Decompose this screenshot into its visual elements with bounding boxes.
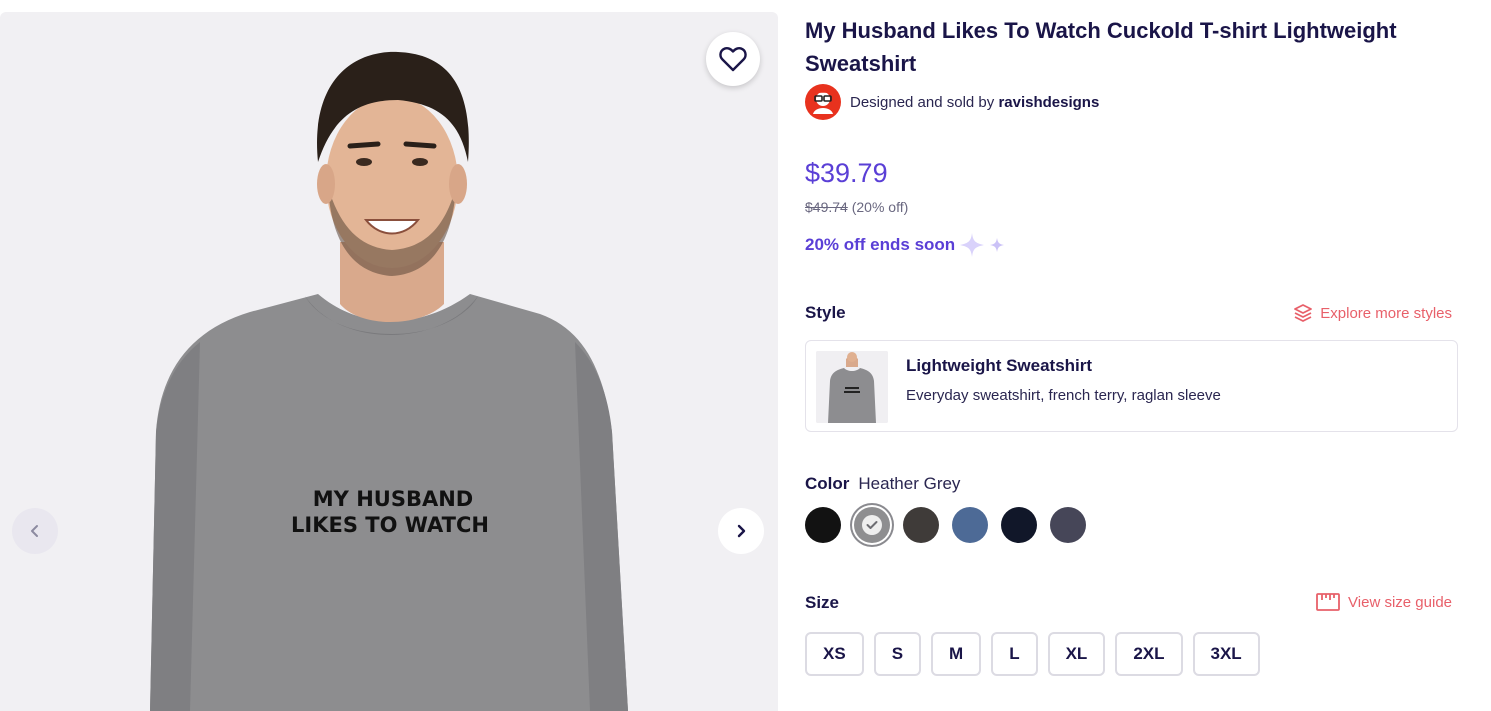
- color-row: Color Heather Grey: [805, 474, 960, 494]
- layers-icon: [1294, 304, 1313, 322]
- chevron-left-icon: [31, 525, 38, 537]
- view-size-guide-label: View size guide: [1348, 593, 1452, 611]
- style-thumbnail: [816, 351, 888, 423]
- color-swatch[interactable]: [1001, 507, 1037, 543]
- style-description: Everyday sweatshirt, french terry, ragla…: [906, 387, 1221, 404]
- color-swatch[interactable]: [952, 507, 988, 543]
- selected-style-card[interactable]: Lightweight Sweatshirt Everyday sweatshi…: [805, 340, 1458, 432]
- color-swatch[interactable]: [903, 507, 939, 543]
- sale-banner: 20% off ends soon: [805, 232, 1009, 258]
- size-option-button[interactable]: 3XL: [1192, 632, 1260, 676]
- size-option-button[interactable]: S: [873, 632, 922, 676]
- size-options: XS S M L XL 2XL 3XL: [805, 632, 1270, 676]
- style-name: Lightweight Sweatshirt: [906, 356, 1093, 375]
- seller-prefix: Designed and sold by: [850, 93, 995, 111]
- sale-text: 20% off ends soon: [805, 235, 956, 254]
- original-price-row: $49.74 (20% off): [805, 199, 908, 215]
- selected-color-name: Heather Grey: [858, 474, 961, 493]
- explore-more-styles-link[interactable]: Explore more styles: [1294, 304, 1452, 322]
- explore-more-styles-label: Explore more styles: [1320, 304, 1452, 322]
- heart-icon: [719, 47, 747, 72]
- style-label: Style: [805, 303, 846, 322]
- favorite-button[interactable]: [706, 32, 760, 86]
- next-image-button[interactable]: [718, 508, 764, 554]
- color-label: Color: [805, 474, 850, 493]
- chevron-right-icon: [737, 524, 746, 538]
- original-price: $49.74: [805, 199, 848, 215]
- size-option-button[interactable]: L: [991, 632, 1038, 676]
- size-label: Size: [805, 593, 840, 612]
- size-option-button[interactable]: XS: [805, 632, 864, 676]
- shirt-print-line-1: MY HUSBAND: [313, 487, 473, 511]
- color-swatch[interactable]: [854, 507, 890, 543]
- current-price: $39.79: [805, 158, 888, 188]
- view-size-guide-link[interactable]: View size guide: [1316, 593, 1452, 611]
- size-option-button[interactable]: M: [931, 632, 982, 676]
- previous-image-button[interactable]: [12, 508, 58, 554]
- shirt-print-line-2: LIKES TO WATCH: [291, 513, 489, 537]
- product-image-gallery: MY HUSBAND LIKES TO WATCH: [0, 12, 778, 711]
- color-swatches: [805, 507, 1099, 543]
- size-option-button[interactable]: 2XL: [1115, 632, 1183, 676]
- seller-text: Designed and sold by ravishdesigns: [850, 94, 1099, 111]
- color-swatch[interactable]: [805, 507, 841, 543]
- seller-name-link[interactable]: ravishdesigns: [998, 94, 1099, 111]
- product-title: My Husband Likes To Watch Cuckold T-shir…: [805, 18, 1397, 76]
- seller-info: Designed and sold by ravishdesigns: [805, 84, 1099, 120]
- sparkle-icon: [960, 233, 1005, 257]
- size-option-button[interactable]: XL: [1047, 632, 1106, 676]
- check-icon: [862, 515, 882, 535]
- seller-avatar[interactable]: [805, 84, 841, 120]
- ruler-icon: [1316, 593, 1340, 611]
- product-photo: MY HUSBAND LIKES TO WATCH: [150, 51, 628, 711]
- color-swatch[interactable]: [1050, 507, 1086, 543]
- discount-text: (20% off): [851, 199, 909, 215]
